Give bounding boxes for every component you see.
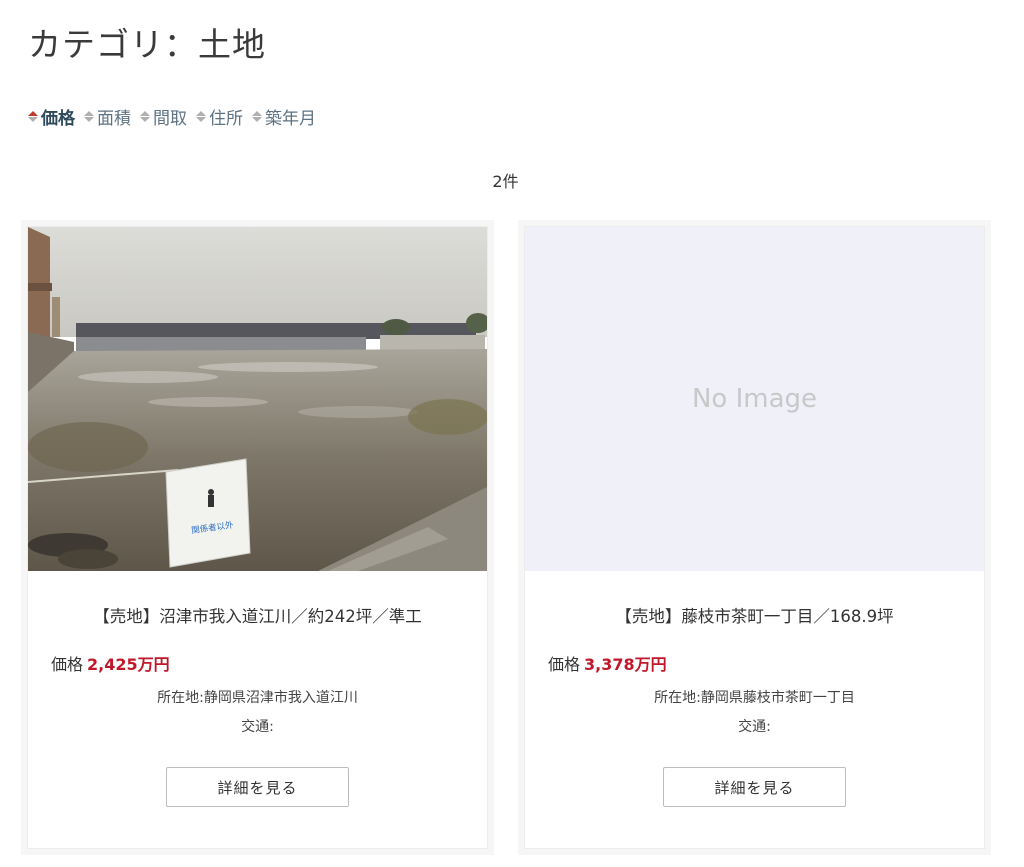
sort-arrows-icon [252,111,262,122]
sort-bar: 価格 面積 間取 住所 築年月 [28,104,316,129]
sort-label: 間取 [153,109,187,129]
sort-label: 面積 [97,109,131,129]
result-count: 2件 [492,172,519,191]
no-image-text: No Image [691,384,818,414]
listing-price: 価格 2,425万円 [51,651,170,675]
listing-photo[interactable]: 関係者以外 [28,227,487,571]
view-details-button[interactable]: 詳細を見る [166,767,349,807]
listing-card: 関係者以外 【売地】沼津市我入道江川／約242坪／準工 価格 2,425万円 所在… [27,226,488,849]
listing-address: 所在地:静岡県藤枝市茶町一丁目 [654,690,855,706]
price-label: 価格 [51,655,84,674]
price-value: 3,378万円 [584,655,667,674]
sort-arrows-icon [84,111,94,122]
price-label: 価格 [548,655,581,674]
page-title: カテゴリ：土地 [28,25,266,64]
sort-arrows-icon [196,111,206,122]
sort-by-built-date[interactable]: 築年月 [252,104,316,129]
sort-arrows-icon [140,111,150,122]
sort-by-price[interactable]: 価格 [28,104,75,129]
no-image-placeholder[interactable]: No Image [525,227,984,571]
listing-transport: 交通: [241,719,274,735]
listing-card: No Image 【売地】藤枝市茶町一丁目／168.9坪 価格 3,378万円 所… [524,226,985,849]
listing-price: 価格 3,378万円 [548,651,667,675]
sort-label: 築年月 [265,109,316,129]
sort-label: 住所 [209,109,243,129]
listing-title[interactable]: 【売地】藤枝市茶町一丁目／168.9坪 [525,603,984,627]
sort-by-layout[interactable]: 間取 [140,104,187,129]
view-details-button[interactable]: 詳細を見る [663,767,846,807]
sort-arrows-icon [28,111,38,122]
sort-by-area[interactable]: 面積 [84,104,131,129]
sort-by-address[interactable]: 住所 [196,104,243,129]
price-value: 2,425万円 [87,655,170,674]
listing-title[interactable]: 【売地】沼津市我入道江川／約242坪／準工 [28,603,487,627]
listing-transport: 交通: [738,719,771,735]
sort-label: 価格 [41,109,75,129]
listing-address: 所在地:静岡県沼津市我入道江川 [157,690,358,706]
